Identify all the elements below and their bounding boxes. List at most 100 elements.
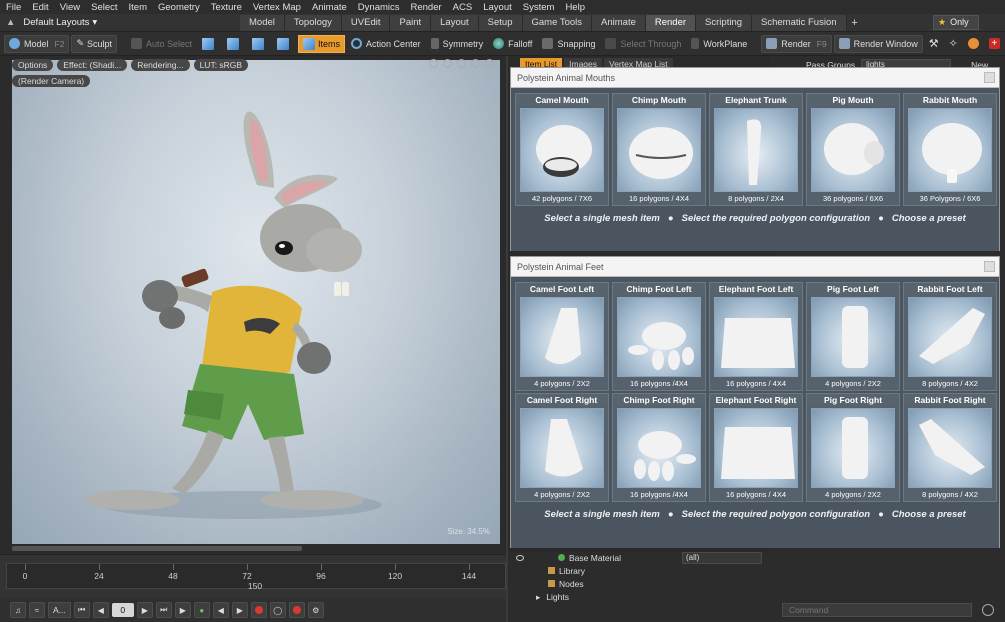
render-button[interactable]: Render F9 xyxy=(761,34,832,53)
preset-chimp-foot-right[interactable]: Chimp Foot Right 16 polygons /4X4 xyxy=(612,393,706,502)
preset-camel-foot-right[interactable]: Camel Foot Right 4 polygons / 2X2 xyxy=(515,393,609,502)
pencil-icon[interactable] xyxy=(471,59,480,68)
preset-pig-foot-left[interactable]: Pig Foot Left 4 polygons / 2X2 xyxy=(806,282,900,391)
render-window-button[interactable]: Render Window xyxy=(833,34,923,53)
command-input[interactable] xyxy=(782,603,972,617)
symmetry-button[interactable]: Symmetry xyxy=(427,35,488,53)
tab-uvedit[interactable]: UVEdit xyxy=(341,14,391,31)
vertices-mode-button[interactable] xyxy=(198,35,221,53)
viewport-rendering-select[interactable]: Rendering... xyxy=(131,59,190,71)
next-frame-button[interactable]: ▶ xyxy=(136,602,153,618)
preset-elephant-trunk[interactable]: Elephant Trunk 8 polygons / 2X4 xyxy=(709,93,803,206)
tree-value-select[interactable]: (all) xyxy=(682,552,762,564)
tool-button[interactable]: ✧ xyxy=(945,35,962,53)
palette-button[interactable] xyxy=(964,35,983,53)
current-frame-field[interactable]: 0 xyxy=(111,603,134,617)
action-center-button[interactable]: Action Center xyxy=(347,35,425,53)
edges-mode-button[interactable] xyxy=(223,35,246,53)
tab-model[interactable]: Model xyxy=(240,14,285,31)
preset-rabbit-foot-left[interactable]: Rabbit Foot Left 8 polygons / 4X2 xyxy=(903,282,997,391)
key-button[interactable]: ● xyxy=(193,602,210,618)
anim-select[interactable]: A... xyxy=(48,602,71,618)
preset-elephant-foot-left[interactable]: Elephant Foot Left 16 polygons / 4X4 xyxy=(709,282,803,391)
prev-key-button[interactable]: ◀ xyxy=(212,602,229,618)
menu-file[interactable]: File xyxy=(6,2,21,13)
viewport-effect-select[interactable]: Effect: (Shadi... xyxy=(57,59,128,71)
menu-view[interactable]: View xyxy=(60,2,80,13)
sculpt-button[interactable]: ✎ Sculpt xyxy=(71,34,117,53)
snapping-button[interactable]: Snapping xyxy=(538,35,599,53)
falloff-button[interactable]: Falloff xyxy=(489,35,536,53)
preset-pig-foot-right[interactable]: Pig Foot Right 4 polygons / 2X2 xyxy=(806,393,900,502)
preset-chimp-mouth[interactable]: Chimp Mouth 16 polygons / 4X4 xyxy=(612,93,706,206)
menu-dynamics[interactable]: Dynamics xyxy=(358,2,400,13)
menu-select[interactable]: Select xyxy=(91,2,117,13)
record-button[interactable] xyxy=(250,602,267,618)
add-tab-icon[interactable]: + xyxy=(847,15,863,31)
polygons-mode-button[interactable] xyxy=(248,35,271,53)
tab-layout[interactable]: Layout xyxy=(431,14,479,31)
play-button[interactable]: ▶ xyxy=(174,602,191,618)
timeline-ruler[interactable]: 0 24 48 72 96 120 144 150 xyxy=(6,563,506,591)
graph-button[interactable]: ≈ xyxy=(29,602,45,618)
menu-geometry[interactable]: Geometry xyxy=(158,2,200,13)
tab-game-tools[interactable]: Game Tools xyxy=(522,14,593,31)
workplane-button[interactable]: WorkPlane xyxy=(687,35,751,53)
menu-edit[interactable]: Edit xyxy=(32,2,48,13)
command-history-icon[interactable] xyxy=(982,604,994,616)
3d-viewport[interactable]: Size: 34.5% Options Effect: (Shadi... Re… xyxy=(0,56,506,554)
go-start-button[interactable]: ⏮ xyxy=(73,602,90,618)
layout-select[interactable]: ▲ Default Layouts ▾ xyxy=(0,15,240,31)
tab-scripting[interactable]: Scripting xyxy=(696,14,753,31)
tree-row-nodes[interactable]: Nodes xyxy=(508,578,770,591)
viewport-options-button[interactable]: Options xyxy=(12,59,54,71)
move-view-icon[interactable] xyxy=(429,59,438,68)
tab-animate[interactable]: Animate xyxy=(592,14,646,31)
menu-help[interactable]: Help xyxy=(565,2,585,13)
viewport-camera-select[interactable]: (Render Camera) xyxy=(12,75,91,87)
preset-rabbit-mouth[interactable]: Rabbit Mouth 36 Polygons / 6X6 xyxy=(903,93,997,206)
timeline[interactable]: 0 24 48 72 96 120 144 150 xyxy=(0,554,506,598)
menu-acs[interactable]: ACS xyxy=(453,2,473,13)
next-key-button[interactable]: ▶ xyxy=(231,602,248,618)
collapse-icon[interactable]: ▲ xyxy=(6,17,15,28)
preset-rabbit-foot-right[interactable]: Rabbit Foot Right 8 polygons / 4X2 xyxy=(903,393,997,502)
viewport-lut-select[interactable]: LUT: sRGB xyxy=(193,59,249,71)
preset-elephant-foot-right[interactable]: Elephant Foot Right 16 polygons / 4X4 xyxy=(709,393,803,502)
preset-pig-mouth[interactable]: Pig Mouth 36 polygons / 6X6 xyxy=(806,93,900,206)
timeline-settings-button[interactable]: ⚙ xyxy=(307,602,324,618)
go-end-button[interactable]: ⏭ xyxy=(155,602,172,618)
model-button[interactable]: Model F2 xyxy=(4,34,70,53)
render-preview[interactable]: Size: 34.5% xyxy=(12,60,500,544)
preset-camel-foot-left[interactable]: Camel Foot Left 4 polygons / 2X2 xyxy=(515,282,609,391)
rotate-view-icon[interactable] xyxy=(443,59,452,68)
audio-button[interactable]: ♫ xyxy=(10,602,26,618)
tab-render[interactable]: Render xyxy=(645,14,697,31)
tree-row-library[interactable]: Library xyxy=(508,565,770,578)
menu-render[interactable]: Render xyxy=(411,2,442,13)
tab-paint[interactable]: Paint xyxy=(390,14,432,31)
tree-row-base-material[interactable]: Base Material (all) xyxy=(508,552,770,565)
menu-animate[interactable]: Animate xyxy=(312,2,347,13)
viewport-scrollbar[interactable] xyxy=(12,546,302,551)
materials-mode-button[interactable] xyxy=(273,35,296,53)
tab-setup[interactable]: Setup xyxy=(478,14,523,31)
close-icon[interactable] xyxy=(984,72,995,83)
select-through-button[interactable]: Select Through xyxy=(601,35,685,53)
auto-key-button[interactable]: ◯ xyxy=(269,602,286,618)
record-all-button[interactable] xyxy=(288,602,305,618)
auto-select-button[interactable]: Auto Select xyxy=(127,35,196,53)
menu-vertex-map[interactable]: Vertex Map xyxy=(253,2,301,13)
gear-icon[interactable] xyxy=(485,59,494,68)
preset-chimp-foot-left[interactable]: Chimp Foot Left 16 polygons /4X4 xyxy=(612,282,706,391)
visibility-eye-icon[interactable] xyxy=(516,555,524,561)
preset-camel-mouth[interactable]: Camel Mouth 42 polygons / 7X6 xyxy=(515,93,609,206)
expand-icon[interactable]: ▸ xyxy=(536,592,540,602)
close-icon[interactable] xyxy=(984,261,995,272)
tab-schematic-fusion[interactable]: Schematic Fusion xyxy=(752,14,847,31)
menu-texture[interactable]: Texture xyxy=(211,2,242,13)
menu-item[interactable]: Item xyxy=(129,2,147,13)
add-preset-button[interactable]: + xyxy=(985,35,1004,53)
prev-frame-button[interactable]: ◀ xyxy=(92,602,109,618)
tree-row-lights[interactable]: ▸ Lights xyxy=(508,591,770,604)
